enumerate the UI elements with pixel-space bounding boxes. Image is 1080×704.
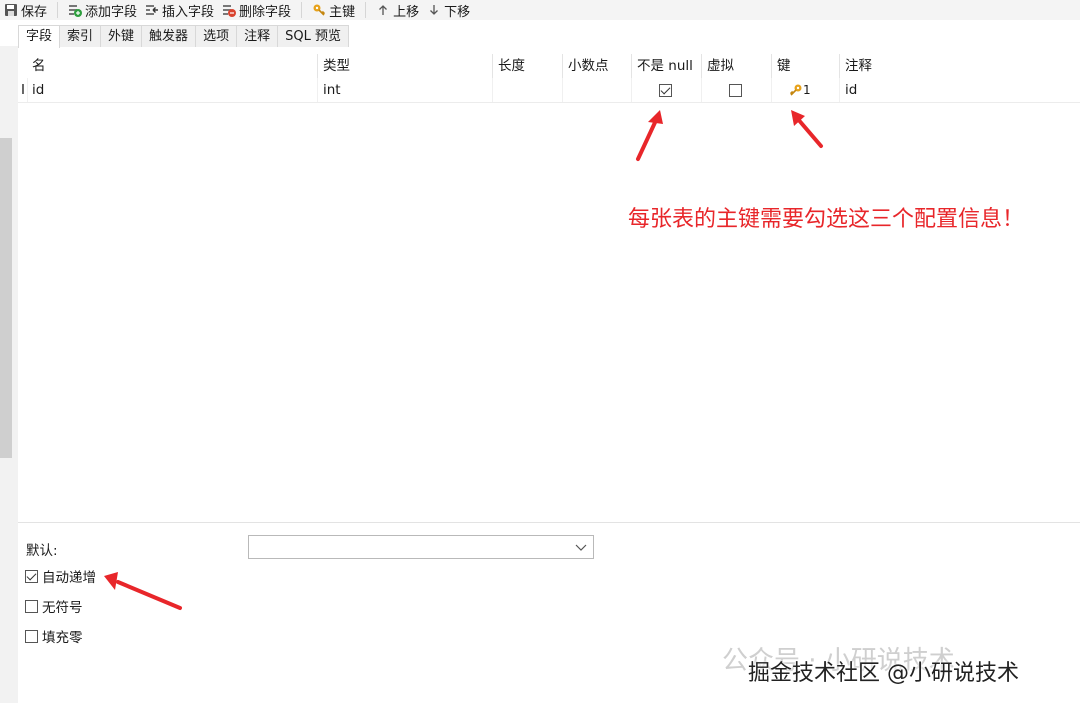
arrow-up-icon [376, 3, 390, 17]
chevron-down-icon [575, 544, 587, 551]
annotation-arrow-key [791, 110, 823, 148]
annotation-arrow-auto-increment [104, 572, 182, 610]
column-header-not-null[interactable]: 不是 null [632, 54, 702, 78]
field-type-cell[interactable]: int [318, 78, 493, 102]
default-label: 默认: [26, 543, 58, 559]
move-up-button[interactable]: 上移 [372, 0, 423, 20]
default-value-select[interactable] [248, 535, 594, 559]
annotation-arrow-not-null [636, 110, 663, 161]
watermark: 掘金技术社区 @小研说技术 [748, 661, 1019, 686]
save-button[interactable]: 保存 [0, 0, 51, 20]
grid-header: 名 类型 长度 小数点 不是 null 虚拟 键 注释 [18, 54, 1080, 78]
field-name-cell[interactable]: id [27, 78, 318, 102]
primary-key-label: 主键 [329, 4, 356, 20]
field-key-cell[interactable]: 1 [772, 78, 840, 102]
unsigned-option[interactable]: 无符号 [25, 596, 83, 616]
column-header-decimals[interactable]: 小数点 [563, 54, 632, 78]
tab-indexes[interactable]: 索引 [59, 25, 102, 47]
save-icon [4, 3, 18, 17]
field-virtual-cell[interactable] [702, 78, 772, 102]
move-down-button[interactable]: 下移 [423, 0, 474, 20]
key-order: 1 [803, 83, 811, 97]
save-label: 保存 [21, 4, 48, 20]
insert-field-label: 插入字段 [162, 4, 215, 20]
zerofill-label: 填充零 [42, 630, 83, 646]
delete-field-label: 删除字段 [239, 4, 292, 20]
key-icon [789, 84, 802, 96]
tab-comment[interactable]: 注释 [236, 25, 279, 47]
column-header-length[interactable]: 长度 [493, 54, 563, 78]
field-decimals-cell[interactable] [563, 78, 632, 102]
column-header-type[interactable]: 类型 [318, 54, 493, 78]
unsigned-checkbox[interactable] [25, 599, 38, 613]
column-header-name[interactable]: 名 [27, 54, 318, 78]
left-gutter [0, 46, 18, 703]
toolbar: 保存 添加字段 插入字段 删除字段 主键 上移 下移 [0, 0, 1080, 20]
field-comment-cell[interactable]: id [840, 78, 1080, 102]
tab-fields[interactable]: 字段 [18, 25, 61, 48]
toolbar-divider [57, 2, 59, 18]
delete-field-button[interactable]: 删除字段 [218, 0, 295, 20]
annotation-text: 每张表的主键需要勾选这三个配置信息！ [628, 207, 1025, 232]
insert-field-icon [145, 3, 159, 17]
unsigned-label: 无符号 [42, 600, 83, 616]
column-header-key[interactable]: 键 [772, 54, 840, 78]
delete-field-icon [222, 3, 237, 17]
move-down-label: 下移 [444, 4, 471, 20]
table-row[interactable]: I id int 1 id [18, 78, 1080, 103]
move-up-label: 上移 [393, 4, 420, 20]
field-not-null-cell[interactable] [632, 78, 702, 102]
column-header-virtual[interactable]: 虚拟 [702, 54, 772, 78]
auto-increment-checkbox[interactable] [25, 569, 38, 583]
primary-key-button[interactable]: 主键 [308, 0, 359, 20]
toolbar-divider [365, 2, 367, 18]
tab-sql-preview[interactable]: SQL 预览 [277, 25, 349, 47]
column-header-comment[interactable]: 注释 [840, 54, 1080, 78]
toolbar-divider [301, 2, 303, 18]
tab-options[interactable]: 选项 [195, 25, 238, 47]
tab-triggers[interactable]: 触发器 [141, 25, 197, 47]
insert-field-button[interactable]: 插入字段 [141, 0, 218, 20]
add-field-icon [68, 3, 83, 17]
zerofill-checkbox[interactable] [25, 629, 38, 643]
add-field-button[interactable]: 添加字段 [64, 0, 141, 20]
field-length-cell[interactable] [493, 78, 563, 102]
tab-bar: 字段 索引 外键 触发器 选项 注释 SQL 预览 [18, 25, 349, 48]
auto-increment-option[interactable]: 自动递增 [25, 566, 96, 586]
vertical-scrollbar[interactable] [0, 138, 12, 458]
auto-increment-label: 自动递增 [42, 570, 96, 586]
virtual-checkbox[interactable] [729, 83, 742, 97]
zerofill-option[interactable]: 填充零 [25, 626, 83, 646]
add-field-label: 添加字段 [85, 4, 138, 20]
fields-grid: 名 类型 长度 小数点 不是 null 虚拟 键 注释 I id int 1 i… [18, 54, 1080, 522]
not-null-checkbox[interactable] [659, 83, 672, 97]
tab-foreign-keys[interactable]: 外键 [100, 25, 143, 47]
arrow-down-icon [427, 3, 441, 17]
key-icon [312, 3, 326, 17]
